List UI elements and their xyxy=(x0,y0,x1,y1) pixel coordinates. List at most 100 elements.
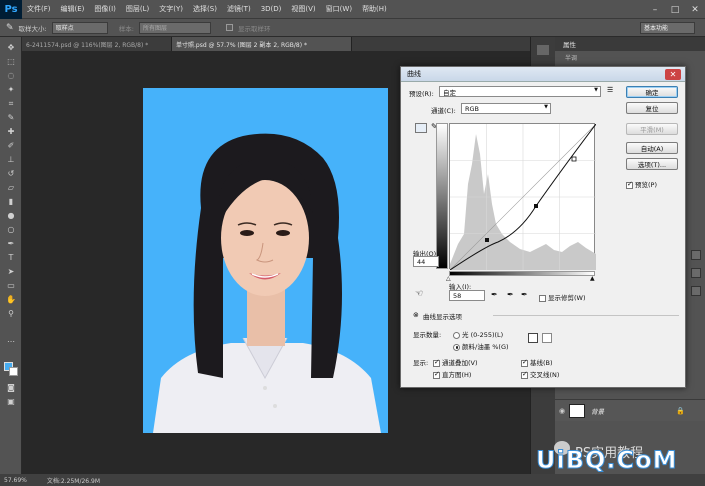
menu-view[interactable]: 视图(V) xyxy=(286,4,320,14)
tools-panel: ✥ ⬚ ◌ ✦ ⌗ ✎ ✚ ✐ ⊥ ↺ ▱ ▮ ● ○ ✒ T ➤ ▭ ✋ ⚲ … xyxy=(0,37,22,474)
stamp-tool-icon[interactable]: ⊥ xyxy=(4,154,18,165)
ok-button[interactable]: 确定 xyxy=(626,86,678,98)
shape-tool-icon[interactable]: ▭ xyxy=(4,280,18,291)
preset-options-icon[interactable]: ☰ xyxy=(607,86,613,94)
workspace-dropdown[interactable]: 基本功能 xyxy=(640,21,695,34)
channel-label: 通道(C): xyxy=(431,107,456,115)
curve-edit-icon[interactable] xyxy=(415,123,427,133)
on-image-adjust-icon[interactable]: ☜ xyxy=(415,289,423,299)
menu-window[interactable]: 窗口(W) xyxy=(321,4,357,14)
panel-title[interactable]: 属性 xyxy=(555,37,705,51)
show-clipping-checkbox[interactable]: 显示修剪(W) xyxy=(539,292,586,302)
white-point-slider[interactable]: ▲ xyxy=(590,275,595,282)
menu-layer[interactable]: 图层(L) xyxy=(121,4,154,14)
history-brush-icon[interactable]: ↺ xyxy=(4,168,18,179)
visibility-eye-icon[interactable]: ◉ xyxy=(555,407,569,415)
dialog-close-button[interactable]: ✕ xyxy=(665,69,681,80)
menu-select[interactable]: 选择(S) xyxy=(188,4,222,14)
layer-name: 背景 xyxy=(591,407,604,416)
input-field[interactable]: 58 xyxy=(449,290,485,301)
marquee-tool-icon[interactable]: ⬚ xyxy=(4,56,18,67)
light-radio[interactable]: 光 (0-255)(L) xyxy=(453,329,503,339)
panel-subtitle: 半调 xyxy=(565,54,578,62)
menu-filter[interactable]: 滤镜(T) xyxy=(222,4,256,14)
menu-edit[interactable]: 编辑(E) xyxy=(56,4,90,14)
gradient-tool-icon[interactable]: ▮ xyxy=(4,196,18,207)
options-button[interactable]: 选项(T)... xyxy=(626,158,678,170)
watermark-brand: UiBQ.CoM xyxy=(536,446,678,475)
hand-tool-icon[interactable]: ✋ xyxy=(4,294,18,305)
show-ring-label: 显示取样环 xyxy=(237,24,271,33)
pigment-radio[interactable]: 颜料/油墨 %(G) xyxy=(453,341,509,351)
show-amount-label: 显示数量: xyxy=(413,331,442,339)
panel-collapse-icon[interactable] xyxy=(537,45,549,55)
tab-document-1[interactable]: 6-2411574.psd @ 116%(图层 2, RGB/8) * xyxy=(22,37,172,51)
histogram-checkbox[interactable]: 直方图(H) xyxy=(433,369,471,379)
window-controls: – □ ✕ xyxy=(645,0,705,19)
chevron-down-icon: ▼ xyxy=(544,104,548,110)
lasso-tool-icon[interactable]: ◌ xyxy=(4,70,18,81)
panel-side-icon-1[interactable] xyxy=(691,250,701,260)
menu-file[interactable]: 文件(F) xyxy=(22,4,56,14)
quick-mask-icon[interactable]: ◙ xyxy=(4,382,18,393)
move-tool-icon[interactable]: ✥ xyxy=(4,42,18,53)
sample-label: 样本: xyxy=(118,24,134,33)
output-field[interactable]: 44 xyxy=(413,256,439,267)
black-eyedropper-icon[interactable]: ✒ xyxy=(491,290,498,299)
minimize-button[interactable]: – xyxy=(645,0,665,19)
maximize-button[interactable]: □ xyxy=(665,0,685,19)
channel-dropdown[interactable]: RGB ▼ xyxy=(461,103,551,114)
preview-checkbox[interactable]: 预览(P) xyxy=(626,179,657,189)
channel-overlay-checkbox[interactable]: 通道叠加(V) xyxy=(433,357,478,367)
menu-image[interactable]: 图像(I) xyxy=(89,4,121,14)
grid-10x10-icon[interactable] xyxy=(542,333,552,343)
sample-size-dropdown[interactable]: 取样点 xyxy=(51,21,108,34)
screen-mode-icon[interactable]: ▣ xyxy=(4,396,18,407)
zoom-tool-icon[interactable]: ⚲ xyxy=(4,308,18,319)
input-gradient-bar xyxy=(449,271,595,276)
collapse-chevron-icon[interactable]: ⊗ xyxy=(413,311,419,319)
grid-4x4-icon[interactable] xyxy=(528,333,538,343)
preset-dropdown[interactable]: 自定 ▼ xyxy=(439,86,601,97)
intersection-checkbox[interactable]: 交叉线(N) xyxy=(521,369,559,379)
dodge-tool-icon[interactable]: ○ xyxy=(4,224,18,235)
sample-dropdown[interactable]: 所有图层 xyxy=(138,21,211,34)
smooth-button[interactable]: 平滑(M) xyxy=(626,123,678,135)
eyedropper-icon[interactable]: ✎ xyxy=(4,112,18,123)
panel-side-icon-3[interactable] xyxy=(691,286,701,296)
eyedropper-tool-icon[interactable]: ✎ xyxy=(6,23,14,33)
brush-tool-icon[interactable]: ✐ xyxy=(4,140,18,151)
panel-side-icon-2[interactable] xyxy=(691,268,701,278)
document-size: 文档:2.25M/26.9M xyxy=(46,477,101,485)
healing-brush-icon[interactable]: ✚ xyxy=(4,126,18,137)
path-select-icon[interactable]: ➤ xyxy=(4,266,18,277)
menu-type[interactable]: 文字(Y) xyxy=(154,4,188,14)
show-ring-checkbox[interactable] xyxy=(225,24,233,31)
tab-document-2[interactable]: 单寸照.psd @ 57.7% (图层 2 副本 2, RGB/8) * xyxy=(172,37,352,51)
menu-3d[interactable]: 3D(D) xyxy=(256,5,287,13)
eraser-tool-icon[interactable]: ▱ xyxy=(4,182,18,193)
zoom-level[interactable]: 57.69% xyxy=(4,477,27,484)
quick-select-tool-icon[interactable]: ✦ xyxy=(4,84,18,95)
pen-tool-icon[interactable]: ✒ xyxy=(4,238,18,249)
curve-graph[interactable] xyxy=(449,123,597,271)
background-color-swatch[interactable] xyxy=(9,367,18,376)
blur-tool-icon[interactable]: ● xyxy=(4,210,18,221)
options-bar: ✎ 取样大小: 取样点 样本: 所有图层 显示取样环 基本功能 xyxy=(0,19,705,37)
photoshop-logo: Ps xyxy=(0,0,22,19)
white-eyedropper-icon[interactable]: ✒ xyxy=(521,290,528,299)
show-label: 显示: xyxy=(413,359,429,367)
reset-button[interactable]: 复位 xyxy=(626,102,678,114)
type-tool-icon[interactable]: T xyxy=(4,252,18,263)
layer-row[interactable]: ◉ 背景 🔒 xyxy=(555,399,705,421)
close-window-button[interactable]: ✕ xyxy=(685,0,705,19)
baseline-checkbox[interactable]: 基线(B) xyxy=(521,357,553,367)
crop-tool-icon[interactable]: ⌗ xyxy=(4,98,18,109)
gray-eyedropper-icon[interactable]: ✒ xyxy=(507,290,514,299)
display-options-heading[interactable]: 曲线显示选项 xyxy=(423,311,462,321)
menu-help[interactable]: 帮助(H) xyxy=(357,4,392,14)
auto-button[interactable]: 自动(A) xyxy=(626,142,678,154)
dialog-title: 曲线 xyxy=(401,67,685,82)
status-bar: 57.69% 文档:2.25M/26.9M xyxy=(0,474,705,486)
more-tools-icon[interactable]: ⋯ xyxy=(4,336,18,347)
